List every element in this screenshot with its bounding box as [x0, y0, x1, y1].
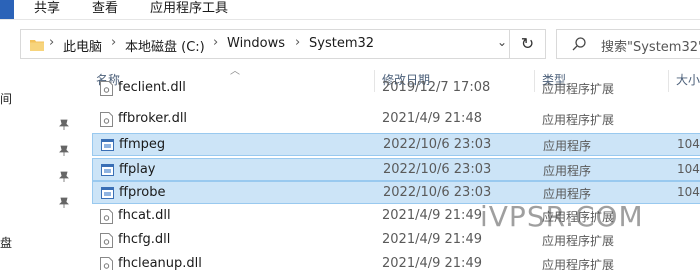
dll-file-icon	[100, 233, 113, 248]
file-name: ffbroker.dll	[118, 111, 188, 126]
file-type: 应用程序	[543, 139, 592, 153]
file-name: ffplay	[119, 162, 156, 177]
file-date: 2021/4/9 21:49	[382, 256, 482, 270]
dll-file-icon	[100, 112, 113, 127]
search-icon	[572, 37, 586, 51]
file-date: 2022/10/6 23:03	[383, 185, 492, 200]
refresh-icon: ↻	[520, 34, 535, 53]
file-type: 应用程序扩展	[542, 113, 615, 127]
ribbon-tabs: 共享 查看 应用程序工具	[0, 0, 700, 20]
breadcrumb-this-pc[interactable]: 此电脑	[63, 36, 102, 55]
tab-app-tools[interactable]: 应用程序工具	[150, 0, 228, 19]
refresh-button[interactable]: ↻	[510, 29, 546, 59]
file-name: fhcfg.dll	[118, 232, 171, 247]
file-type: 应用程序扩展	[542, 234, 615, 248]
file-date: 2022/10/6 23:03	[383, 162, 492, 177]
breadcrumb-windows[interactable]: Windows	[227, 36, 285, 51]
breadcrumb-separator: ›	[213, 35, 219, 50]
file-date: 2021/4/9 21:49	[382, 208, 482, 223]
address-row: › 此电脑 › 本地磁盘 (C:) › Windows › System32 ⌄…	[0, 20, 700, 70]
file-list: feclient.dll 2019/12/7 17:08 应用程序扩展 ffbr…	[0, 80, 700, 270]
tab-view[interactable]: 查看	[92, 0, 118, 19]
file-size: 104	[677, 185, 700, 199]
file-type: 应用程序扩展	[542, 82, 615, 96]
exe-file-icon	[101, 164, 114, 176]
sort-up-icon: ︿	[230, 66, 240, 77]
dll-file-icon	[100, 209, 113, 224]
file-row[interactable]: ffplay 2022/10/6 23:03 应用程序 104	[92, 158, 700, 181]
file-row[interactable]: ffmpeg 2022/10/6 23:03 应用程序 104	[92, 133, 700, 156]
file-type: 应用程序扩展	[542, 258, 615, 270]
breadcrumb-local-disk[interactable]: 本地磁盘 (C:)	[125, 36, 205, 55]
search-placeholder: 搜索"System32"	[601, 40, 700, 55]
file-name: ffprobe	[119, 185, 166, 200]
file-size: 104	[677, 162, 700, 176]
folder-icon	[30, 40, 44, 51]
chevron-down-icon[interactable]: ⌄	[497, 35, 507, 49]
file-row[interactable]: fhcleanup.dll 2021/4/9 21:49 应用程序扩展	[92, 253, 700, 270]
file-date: 2022/10/6 23:03	[383, 137, 492, 152]
dll-file-icon	[100, 81, 113, 96]
watermark-text: iVPSR.COM	[480, 200, 644, 233]
file-date: 2021/4/9 21:48	[382, 111, 482, 126]
file-size: 104	[677, 137, 700, 151]
file-name: feclient.dll	[118, 80, 186, 95]
file-name: fhcat.dll	[118, 208, 171, 223]
file-date: 2019/12/7 17:08	[382, 80, 491, 95]
breadcrumb-separator: ›	[49, 35, 55, 50]
ribbon-accent-edge	[0, 0, 14, 19]
file-name: fhcleanup.dll	[118, 256, 202, 270]
address-bar[interactable]: › 此电脑 › 本地磁盘 (C:) › Windows › System32 ⌄	[20, 29, 510, 59]
breadcrumb-separator: ›	[111, 35, 117, 50]
breadcrumb-separator: ›	[295, 35, 301, 50]
file-name: ffmpeg	[119, 137, 166, 152]
dll-file-icon	[100, 257, 113, 270]
file-row[interactable]: ffbroker.dll 2021/4/9 21:48 应用程序扩展	[92, 108, 700, 131]
breadcrumb-system32[interactable]: System32	[309, 36, 374, 51]
tab-share[interactable]: 共享	[34, 0, 60, 19]
file-type: 应用程序	[543, 164, 592, 178]
file-date: 2021/4/9 21:49	[382, 232, 482, 247]
exe-file-icon	[101, 139, 114, 151]
search-input[interactable]: 搜索"System32"	[556, 29, 700, 59]
exe-file-icon	[101, 187, 114, 199]
